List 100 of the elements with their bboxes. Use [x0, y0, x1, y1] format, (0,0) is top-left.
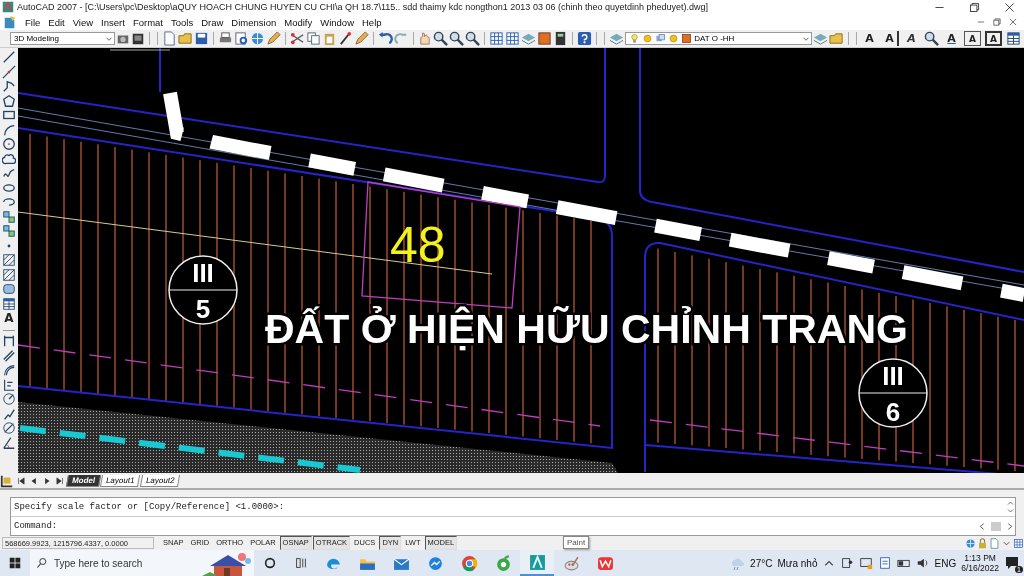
ordinate-dimension-icon[interactable] — [2, 377, 16, 392]
construction-line-icon[interactable] — [2, 64, 16, 79]
scroll-right-icon[interactable] — [1005, 521, 1015, 531]
chat-icon[interactable] — [426, 554, 444, 572]
scroll-left-icon[interactable] — [977, 521, 987, 531]
table-icon[interactable] — [1006, 31, 1022, 46]
last-icon[interactable] — [54, 475, 66, 486]
zoom-icon[interactable] — [465, 31, 481, 46]
scroll-thumb[interactable] — [991, 521, 1001, 531]
close-icon[interactable] — [1003, 0, 1016, 14]
spline-icon[interactable] — [2, 166, 16, 180]
workspace-dropdown[interactable]: 3D Modeling — [10, 32, 115, 45]
diameter-dimension-icon[interactable] — [2, 421, 16, 435]
notification-icon[interactable] — [1004, 555, 1020, 571]
blocks-icon[interactable] — [2, 209, 16, 224]
box-icon[interactable] — [130, 31, 145, 46]
ellipse-arc-icon[interactable] — [2, 195, 16, 209]
zoom-icon[interactable] — [449, 31, 465, 46]
browser-icon[interactable] — [460, 554, 478, 572]
text-edit-tool[interactable]: A — [882, 31, 900, 46]
grid-icon[interactable] — [505, 31, 521, 46]
section-number: 5 — [195, 294, 211, 324]
menu-item[interactable]: View — [72, 16, 94, 28]
speaker-icon[interactable] — [915, 556, 930, 570]
command-prompt[interactable]: Command: — [14, 521, 58, 531]
zoom-icon[interactable] — [433, 31, 449, 46]
menu-item[interactable]: Modify — [284, 16, 313, 28]
grid-icon[interactable] — [1013, 537, 1024, 549]
cloud-icon[interactable] — [2, 151, 16, 166]
brush-icon[interactable] — [337, 31, 353, 46]
globe-icon[interactable] — [965, 537, 976, 549]
lock-icon[interactable] — [977, 537, 988, 549]
help-icon[interactable] — [577, 31, 593, 46]
close-icon[interactable] — [1008, 17, 1018, 27]
radius-dimension-icon[interactable] — [2, 392, 16, 406]
hatch-icon[interactable] — [2, 253, 16, 267]
menu-item[interactable]: Format — [132, 16, 163, 28]
copy-icon[interactable] — [305, 31, 321, 46]
layout-tab[interactable]: Model — [65, 474, 102, 487]
multiline-text-tool[interactable]: A — [4, 311, 14, 326]
hatch-icon[interactable] — [2, 267, 16, 282]
scissors-icon[interactable] — [289, 31, 305, 46]
circle-icon[interactable] — [2, 137, 16, 151]
leaf-icon[interactable] — [494, 554, 512, 572]
search-field[interactable]: Type here to search — [30, 550, 202, 576]
document-icon[interactable] — [877, 556, 892, 570]
table-icon[interactable] — [2, 296, 16, 311]
menu-item[interactable]: Dimension — [231, 16, 277, 28]
layout-tab[interactable]: Layout1 — [100, 474, 141, 487]
layer-dropdown[interactable]: DAT O -HH — [625, 32, 813, 45]
color-swatch-icon[interactable] — [537, 31, 553, 46]
weather-condition[interactable]: Mưa nhỏ — [777, 557, 818, 569]
clock-time[interactable]: 1:13 PM — [964, 553, 996, 563]
document-icon[interactable] — [3, 15, 17, 29]
layers-icon[interactable] — [813, 31, 829, 46]
menu-item[interactable]: Insert — [101, 16, 125, 28]
text-style-tool[interactable]: A — [861, 31, 879, 46]
aligned-dimension-icon[interactable] — [2, 348, 16, 363]
grid-icon[interactable] — [489, 31, 505, 46]
scale-text-tool[interactable]: A — [964, 31, 982, 46]
justify-text-tool[interactable]: A — [985, 31, 1003, 46]
first-icon[interactable] — [15, 475, 27, 486]
weather-temperature[interactable]: 27°C — [750, 557, 773, 569]
undo-icon[interactable] — [377, 31, 393, 46]
menu-item[interactable]: Window — [320, 16, 354, 28]
palette-icon[interactable] — [562, 554, 580, 572]
layers-icon[interactable] — [521, 31, 537, 46]
menu-item[interactable]: Edit — [48, 16, 65, 28]
language-indicator[interactable]: ENG — [934, 557, 957, 569]
zoom-icon[interactable] — [924, 31, 940, 46]
blocks-icon[interactable] — [2, 224, 16, 238]
region-icon[interactable] — [2, 282, 16, 296]
polygon-icon[interactable] — [2, 93, 16, 108]
arc-icon[interactable] — [2, 122, 16, 137]
spell-check-tool[interactable]: A — [943, 31, 961, 46]
page-icon[interactable] — [989, 537, 1000, 549]
lot-number: 48 — [390, 217, 446, 273]
menu-item[interactable]: File — [25, 16, 41, 28]
text-slant-tool[interactable]: A — [903, 31, 921, 46]
restore-icon[interactable] — [992, 17, 1002, 27]
monitor-icon[interactable] — [858, 556, 873, 570]
linear-dimension-icon[interactable] — [2, 334, 16, 348]
menu-item[interactable]: Help — [362, 16, 382, 28]
preview-icon[interactable] — [233, 31, 249, 46]
globe-icon[interactable] — [249, 31, 265, 46]
layers-icon[interactable] — [609, 31, 625, 46]
menu-item[interactable]: Tools — [170, 16, 194, 28]
w-logo-icon[interactable] — [596, 554, 614, 572]
menu-item[interactable]: Draw — [201, 16, 224, 28]
layout-tab[interactable]: Layout2 — [139, 474, 181, 487]
restore-icon[interactable] — [968, 0, 981, 14]
clock-date[interactable]: 6/16/2022 — [961, 563, 999, 573]
section-numeral: III — [882, 361, 904, 391]
polyline-icon[interactable] — [2, 79, 16, 93]
cad-app-icon[interactable] — [528, 553, 546, 571]
arc-dimension-icon[interactable] — [2, 363, 16, 377]
rectangle-icon[interactable] — [2, 108, 16, 122]
angular-dimension-icon[interactable] — [2, 435, 16, 450]
line-icon[interactable] — [2, 50, 16, 64]
section-number: 6 — [885, 397, 901, 427]
